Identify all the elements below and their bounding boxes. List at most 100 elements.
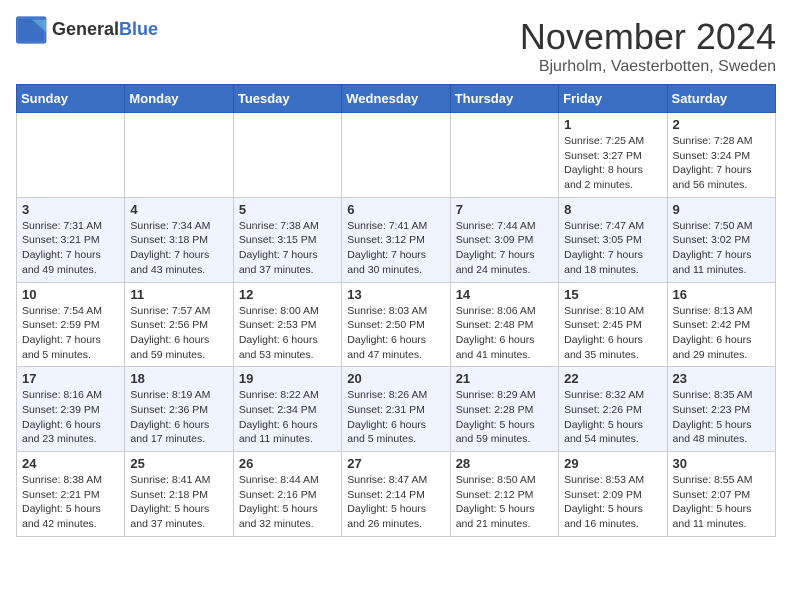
day-number: 19 (239, 371, 336, 386)
calendar-cell: 5 Sunrise: 7:38 AM Sunset: 3:15 PM Daylig… (233, 197, 341, 282)
calendar-cell: 4 Sunrise: 7:34 AM Sunset: 3:18 PM Daylig… (125, 197, 233, 282)
day-info: Sunrise: 8:22 AM Sunset: 2:34 PM Dayligh… (239, 388, 336, 447)
title-area: November 2024 Bjurholm, Vaesterbotten, S… (520, 16, 776, 76)
calendar-cell: 8 Sunrise: 7:47 AM Sunset: 3:05 PM Daylig… (559, 197, 667, 282)
day-info: Sunrise: 7:38 AM Sunset: 3:15 PM Dayligh… (239, 219, 336, 278)
header-saturday: Saturday (667, 85, 775, 113)
day-number: 2 (673, 117, 770, 132)
day-number: 25 (130, 456, 227, 471)
day-info: Sunrise: 8:38 AM Sunset: 2:21 PM Dayligh… (22, 473, 119, 532)
calendar-cell: 27 Sunrise: 8:47 AM Sunset: 2:14 PM Dayli… (342, 452, 450, 537)
location-title: Bjurholm, Vaesterbotten, Sweden (520, 58, 776, 76)
day-number: 15 (564, 287, 661, 302)
day-info: Sunrise: 8:50 AM Sunset: 2:12 PM Dayligh… (456, 473, 553, 532)
day-number: 11 (130, 287, 227, 302)
calendar-cell: 15 Sunrise: 8:10 AM Sunset: 2:45 PM Dayli… (559, 282, 667, 367)
header-friday: Friday (559, 85, 667, 113)
calendar-cell: 20Sunrise: 8:26 AM Sunset: 2:31 PM Dayli… (342, 367, 450, 452)
day-info: Sunrise: 7:28 AM Sunset: 3:24 PM Dayligh… (673, 134, 770, 193)
calendar-cell: 13 Sunrise: 8:03 AM Sunset: 2:50 PM Dayli… (342, 282, 450, 367)
calendar-cell: 11 Sunrise: 7:57 AM Sunset: 2:56 PM Dayli… (125, 282, 233, 367)
day-number: 12 (239, 287, 336, 302)
day-info: Sunrise: 8:06 AM Sunset: 2:48 PM Dayligh… (456, 304, 553, 363)
header-monday: Monday (125, 85, 233, 113)
day-number: 30 (673, 456, 770, 471)
calendar-table: Sunday Monday Tuesday Wednesday Thursday… (16, 84, 776, 537)
calendar-cell: 12Sunrise: 8:00 AM Sunset: 2:53 PM Dayli… (233, 282, 341, 367)
day-info: Sunrise: 8:19 AM Sunset: 2:36 PM Dayligh… (130, 388, 227, 447)
day-number: 27 (347, 456, 444, 471)
calendar-cell: 16Sunrise: 8:13 AM Sunset: 2:42 PM Dayli… (667, 282, 775, 367)
day-number: 28 (456, 456, 553, 471)
day-info: Sunrise: 7:41 AM Sunset: 3:12 PM Dayligh… (347, 219, 444, 278)
day-number: 8 (564, 202, 661, 217)
header-thursday: Thursday (450, 85, 558, 113)
calendar-cell: 24 Sunrise: 8:38 AM Sunset: 2:21 PM Dayli… (17, 452, 125, 537)
calendar-week-1: 1 Sunrise: 7:25 AM Sunset: 3:27 PM Daylig… (17, 113, 776, 198)
calendar-header-row: Sunday Monday Tuesday Wednesday Thursday… (17, 85, 776, 113)
day-number: 24 (22, 456, 119, 471)
day-info: Sunrise: 8:03 AM Sunset: 2:50 PM Dayligh… (347, 304, 444, 363)
day-info: Sunrise: 7:47 AM Sunset: 3:05 PM Dayligh… (564, 219, 661, 278)
day-info: Sunrise: 8:53 AM Sunset: 2:09 PM Dayligh… (564, 473, 661, 532)
day-info: Sunrise: 7:50 AM Sunset: 3:02 PM Dayligh… (673, 219, 770, 278)
day-info: Sunrise: 7:25 AM Sunset: 3:27 PM Dayligh… (564, 134, 661, 193)
day-info: Sunrise: 8:44 AM Sunset: 2:16 PM Dayligh… (239, 473, 336, 532)
calendar-cell: 6 Sunrise: 7:41 AM Sunset: 3:12 PM Daylig… (342, 197, 450, 282)
calendar-cell: 14 Sunrise: 8:06 AM Sunset: 2:48 PM Dayli… (450, 282, 558, 367)
day-number: 9 (673, 202, 770, 217)
day-number: 4 (130, 202, 227, 217)
day-info: Sunrise: 8:47 AM Sunset: 2:14 PM Dayligh… (347, 473, 444, 532)
logo-general: General (52, 19, 119, 39)
day-number: 3 (22, 202, 119, 217)
calendar-cell: 30 Sunrise: 8:55 AM Sunset: 2:07 PM Dayli… (667, 452, 775, 537)
calendar-cell: 7 Sunrise: 7:44 AM Sunset: 3:09 PM Daylig… (450, 197, 558, 282)
header-wednesday: Wednesday (342, 85, 450, 113)
day-info: Sunrise: 7:31 AM Sunset: 3:21 PM Dayligh… (22, 219, 119, 278)
calendar-cell (17, 113, 125, 198)
calendar-cell: 26 Sunrise: 8:44 AM Sunset: 2:16 PM Dayli… (233, 452, 341, 537)
calendar-cell: 23Sunrise: 8:35 AM Sunset: 2:23 PM Dayli… (667, 367, 775, 452)
day-number: 6 (347, 202, 444, 217)
calendar-cell: 3 Sunrise: 7:31 AM Sunset: 3:21 PM Daylig… (17, 197, 125, 282)
calendar-cell: 10Sunrise: 7:54 AM Sunset: 2:59 PM Dayli… (17, 282, 125, 367)
day-info: Sunrise: 7:57 AM Sunset: 2:56 PM Dayligh… (130, 304, 227, 363)
calendar-cell: 28 Sunrise: 8:50 AM Sunset: 2:12 PM Dayli… (450, 452, 558, 537)
day-info: Sunrise: 7:44 AM Sunset: 3:09 PM Dayligh… (456, 219, 553, 278)
calendar-cell: 19 Sunrise: 8:22 AM Sunset: 2:34 PM Dayli… (233, 367, 341, 452)
day-info: Sunrise: 8:29 AM Sunset: 2:28 PM Dayligh… (456, 388, 553, 447)
day-number: 23 (673, 371, 770, 386)
day-number: 17 (22, 371, 119, 386)
logo-icon (16, 16, 48, 44)
calendar-week-5: 24 Sunrise: 8:38 AM Sunset: 2:21 PM Dayli… (17, 452, 776, 537)
header-tuesday: Tuesday (233, 85, 341, 113)
day-number: 7 (456, 202, 553, 217)
calendar-week-4: 17Sunrise: 8:16 AM Sunset: 2:39 PM Dayli… (17, 367, 776, 452)
day-number: 18 (130, 371, 227, 386)
logo: GeneralBlue (16, 16, 158, 44)
day-number: 21 (456, 371, 553, 386)
day-info: Sunrise: 8:32 AM Sunset: 2:26 PM Dayligh… (564, 388, 661, 447)
day-number: 22 (564, 371, 661, 386)
calendar-cell: 18 Sunrise: 8:19 AM Sunset: 2:36 PM Dayli… (125, 367, 233, 452)
day-number: 13 (347, 287, 444, 302)
calendar-cell: 29 Sunrise: 8:53 AM Sunset: 2:09 PM Dayli… (559, 452, 667, 537)
day-info: Sunrise: 8:41 AM Sunset: 2:18 PM Dayligh… (130, 473, 227, 532)
day-info: Sunrise: 7:34 AM Sunset: 3:18 PM Dayligh… (130, 219, 227, 278)
calendar-cell (342, 113, 450, 198)
day-info: Sunrise: 8:10 AM Sunset: 2:45 PM Dayligh… (564, 304, 661, 363)
day-number: 14 (456, 287, 553, 302)
calendar-cell (125, 113, 233, 198)
day-number: 16 (673, 287, 770, 302)
day-number: 29 (564, 456, 661, 471)
day-number: 26 (239, 456, 336, 471)
day-info: Sunrise: 7:54 AM Sunset: 2:59 PM Dayligh… (22, 304, 119, 363)
header-sunday: Sunday (17, 85, 125, 113)
day-number: 5 (239, 202, 336, 217)
day-number: 1 (564, 117, 661, 132)
calendar-cell: 22 Sunrise: 8:32 AM Sunset: 2:26 PM Dayli… (559, 367, 667, 452)
header: GeneralBlue November 2024 Bjurholm, Vaes… (16, 16, 776, 76)
day-info: Sunrise: 8:55 AM Sunset: 2:07 PM Dayligh… (673, 473, 770, 532)
calendar-cell: 17Sunrise: 8:16 AM Sunset: 2:39 PM Dayli… (17, 367, 125, 452)
month-title: November 2024 (520, 16, 776, 58)
